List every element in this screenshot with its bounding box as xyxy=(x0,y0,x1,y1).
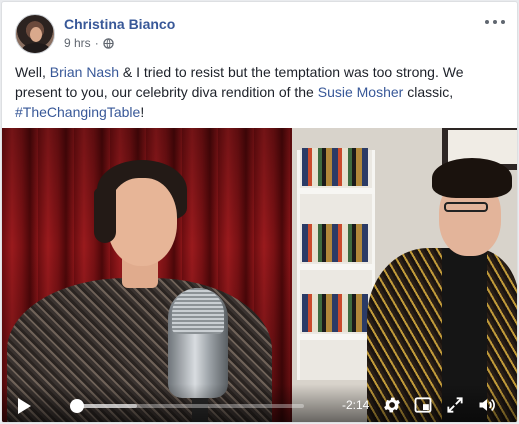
singer-hair-side xyxy=(94,188,116,243)
video-player[interactable]: -2:14 xyxy=(2,128,517,422)
scrubber-handle[interactable] xyxy=(69,399,84,413)
progress-bar[interactable] xyxy=(69,399,304,413)
shelf-board xyxy=(297,188,375,194)
mention-link[interactable]: Susie Mosher xyxy=(318,84,404,100)
microphone-grill xyxy=(172,288,224,334)
picture-in-picture-icon[interactable] xyxy=(412,395,434,415)
pianist-glasses xyxy=(444,202,488,212)
globe-icon[interactable] xyxy=(102,37,114,49)
post-text: Well, Brian Nash & I tried to resist but… xyxy=(15,62,507,122)
post-text-part: ! xyxy=(140,104,145,120)
timestamp[interactable]: 9 hrs xyxy=(64,36,91,50)
shelf-books xyxy=(302,224,368,262)
post-text-part: classic, xyxy=(403,84,454,100)
video-controls: -2:14 xyxy=(2,384,517,422)
avatar-shirt xyxy=(22,43,50,53)
settings-icon[interactable] xyxy=(381,395,403,415)
singer-face xyxy=(107,178,177,266)
post-header: Christina Bianco 9 hrs · xyxy=(15,14,505,54)
shelf-board xyxy=(297,264,375,270)
author-name[interactable]: Christina Bianco xyxy=(64,16,175,32)
volume-icon[interactable] xyxy=(476,395,498,415)
shelf-books xyxy=(302,294,368,332)
avatar[interactable] xyxy=(15,14,55,54)
mention-link[interactable]: Brian Nash xyxy=(50,64,119,80)
post-card: Christina Bianco 9 hrs · Well, Brian Nas… xyxy=(1,1,518,423)
more-options-icon[interactable] xyxy=(485,14,505,30)
post-text-part: Well, xyxy=(15,64,50,80)
shelf-board xyxy=(297,334,375,340)
meta-separator: · xyxy=(94,36,99,50)
post-meta: 9 hrs · xyxy=(64,36,114,50)
fullscreen-icon[interactable] xyxy=(444,395,466,415)
hashtag-link[interactable]: #TheChangingTable xyxy=(15,104,140,120)
more-dot xyxy=(501,20,505,24)
more-dot xyxy=(485,20,489,24)
pianist-hair xyxy=(432,158,512,198)
avatar-face xyxy=(30,27,42,42)
time-remaining: -2:14 xyxy=(342,398,370,412)
shelf-books xyxy=(302,148,368,186)
more-dot xyxy=(493,20,497,24)
play-icon[interactable] xyxy=(18,398,31,414)
